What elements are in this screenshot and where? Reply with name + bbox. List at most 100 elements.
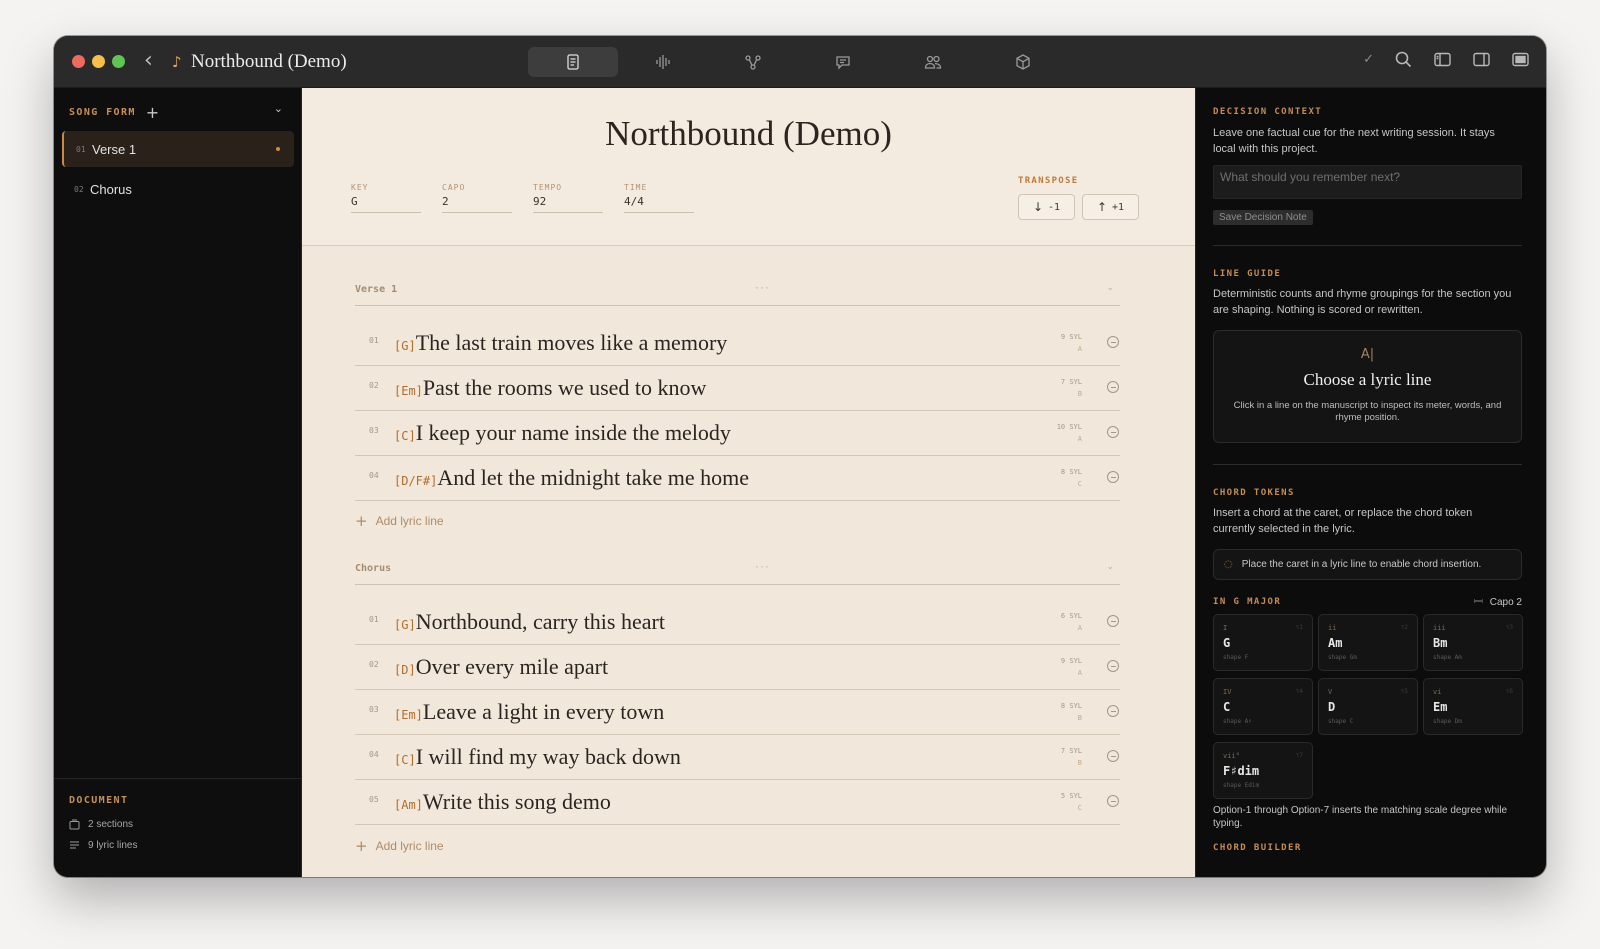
collaborators-icon <box>924 55 942 69</box>
chord-token[interactable]: [G] <box>394 339 416 353</box>
collapse-chevron-icon[interactable]: ⌄ <box>1106 283 1114 293</box>
time-value[interactable]: 4/4 <box>624 195 694 213</box>
capo-value[interactable]: 2 <box>442 195 512 213</box>
syllable-count: 7 SYL B <box>1061 376 1082 400</box>
chord-token[interactable]: [Am] <box>394 798 423 812</box>
tempo-value[interactable]: 92 <box>533 195 603 213</box>
song-header: Northbound (Demo) KEY G CAPO 2 TEMPO 92 … <box>302 88 1195 246</box>
chord-card-v[interactable]: V ⌥5 D shape C <box>1318 678 1418 735</box>
lyric-text[interactable]: [C]I keep your name inside the melody <box>394 420 731 446</box>
tab-comments[interactable] <box>798 47 888 77</box>
back-chevron-icon[interactable]: ‹ <box>144 50 153 72</box>
close-window-button[interactable] <box>72 55 85 68</box>
add-lyric-line-button[interactable]: + Add lyric line <box>355 512 444 530</box>
lyric-line[interactable]: 01 [G]Northbound, carry this heart 6 SYL… <box>355 600 1120 645</box>
focus-mode-button[interactable] <box>1511 50 1530 69</box>
tempo-field[interactable]: TEMPO 92 <box>533 183 603 213</box>
chord-token[interactable]: [C] <box>394 429 416 443</box>
remove-line-icon[interactable] <box>1107 795 1119 807</box>
remove-line-icon[interactable] <box>1107 336 1119 348</box>
lyric-line[interactable]: 03 [C]I keep your name inside the melody… <box>355 411 1120 456</box>
song-title[interactable]: Northbound (Demo) <box>302 114 1195 154</box>
remove-line-icon[interactable] <box>1107 750 1119 762</box>
drag-handle-icon[interactable]: ··· <box>755 280 770 294</box>
tab-structure[interactable] <box>708 47 798 77</box>
chord-token[interactable]: [G] <box>394 618 416 632</box>
lines-count: 9 lyric lines <box>69 835 286 856</box>
remove-line-icon[interactable] <box>1107 660 1119 672</box>
chord-card-iii[interactable]: iii ⌥3 Bm shape Am <box>1423 614 1523 671</box>
add-section-icon[interactable]: + <box>146 103 159 122</box>
lyric-line[interactable]: 02 [D]Over every mile apart 9 SYL A <box>355 645 1120 690</box>
lyric-words: I keep your name inside the melody <box>415 420 731 445</box>
lyric-text[interactable]: [G]Northbound, carry this heart <box>394 609 665 635</box>
decision-note-input[interactable]: What should you remember next? <box>1213 165 1522 199</box>
lyric-line[interactable]: 03 [Em]Leave a light in every town 8 SYL… <box>355 690 1120 735</box>
lyric-line[interactable]: 05 [Am]Write this song demo 5 SYL C <box>355 780 1120 825</box>
tab-package[interactable] <box>978 47 1068 77</box>
chord-card-iv[interactable]: IV ⌥4 C shape A♯ <box>1213 678 1313 735</box>
remove-line-icon[interactable] <box>1107 426 1119 438</box>
tab-collaborators[interactable] <box>888 47 978 77</box>
chord-shortcut: ⌥2 <box>1400 624 1408 631</box>
lyric-text[interactable]: [D]Over every mile apart <box>394 654 608 680</box>
zoom-window-button[interactable] <box>112 55 125 68</box>
toggle-left-sidebar-button[interactable] <box>1433 50 1452 69</box>
lyric-text[interactable]: [Em]Past the rooms we used to know <box>394 375 706 401</box>
search-button[interactable] <box>1394 50 1413 69</box>
remove-line-icon[interactable] <box>1107 705 1119 717</box>
syllable-count: 7 SYL B <box>1061 745 1082 769</box>
remove-line-icon[interactable] <box>1107 471 1119 483</box>
add-lyric-line-button[interactable]: + Add lyric line <box>355 837 444 855</box>
transpose-up-button[interactable]: ↑ +1 <box>1082 194 1139 220</box>
save-decision-note-button[interactable]: Save Decision Note <box>1213 210 1313 225</box>
toggle-right-sidebar-button[interactable] <box>1472 50 1491 69</box>
remove-line-icon[interactable] <box>1107 615 1119 627</box>
lyric-line[interactable]: 01 [G]The last train moves like a memory… <box>355 321 1120 366</box>
lyric-text[interactable]: [G]The last train moves like a memory <box>394 330 727 356</box>
chord-token[interactable]: [Em] <box>394 384 423 398</box>
rhyme-group: B <box>1077 714 1082 722</box>
lyric-line[interactable]: 04 [C]I will find my way back down 7 SYL… <box>355 735 1120 780</box>
chord-token[interactable]: [Em] <box>394 708 423 722</box>
key-value[interactable]: G <box>351 195 421 213</box>
song-form-header: SONG FORM + <box>69 103 159 122</box>
lyric-text[interactable]: [C]I will find my way back down <box>394 744 681 770</box>
chord-token[interactable]: [D] <box>394 663 416 677</box>
transpose-down-button[interactable]: ↓ -1 <box>1018 194 1075 220</box>
section-header-chorus[interactable]: Chorus ··· ⌄ <box>355 559 1120 585</box>
lyric-line[interactable]: 04 [D/F#]And let the midnight take me ho… <box>355 456 1120 501</box>
tab-manuscript[interactable] <box>528 47 618 77</box>
toolbar-right: ✓ <box>1363 50 1530 69</box>
chord-card-vii[interactable]: vii° ⌥7 F♯dim shape Edim <box>1213 742 1313 799</box>
sidebar-item-verse-1[interactable]: 01 Verse 1 <box>62 131 294 167</box>
chord-card-i[interactable]: I ⌥1 G shape F <box>1213 614 1313 671</box>
minimize-window-button[interactable] <box>92 55 105 68</box>
chord-degree: vi <box>1433 688 1442 696</box>
lyric-text[interactable]: [Em]Leave a light in every town <box>394 699 664 725</box>
lyric-words: And let the midnight take me home <box>437 465 749 490</box>
tab-audio[interactable] <box>618 47 708 77</box>
drag-handle-icon[interactable]: ··· <box>755 559 770 573</box>
lyric-text[interactable]: [Am]Write this song demo <box>394 789 611 815</box>
remove-line-icon[interactable] <box>1107 381 1119 393</box>
chevron-down-icon[interactable]: ⌄ <box>274 102 283 115</box>
line-number: 03 <box>369 705 379 714</box>
collapse-chevron-icon[interactable]: ⌄ <box>1106 562 1114 572</box>
lyric-words: Past the rooms we used to know <box>422 375 707 400</box>
syllable-count: 9 SYL A <box>1061 331 1082 355</box>
lyric-line[interactable]: 02 [Em]Past the rooms we used to know 7 … <box>355 366 1120 411</box>
syllable-count-text: 9 SYL <box>1060 657 1082 665</box>
chord-token[interactable]: [C] <box>394 753 416 767</box>
chord-card-vi[interactable]: vi ⌥6 Em shape Dm <box>1423 678 1523 735</box>
chord-token[interactable]: [D/F#] <box>394 474 437 488</box>
lyric-text[interactable]: [D/F#]And let the midnight take me home <box>394 465 749 491</box>
time-field[interactable]: TIME 4/4 <box>624 183 694 213</box>
sidebar-item-chorus[interactable]: 02 Chorus <box>62 171 294 207</box>
right-sidebar-icon <box>1473 52 1490 67</box>
comment-icon <box>836 56 850 70</box>
chord-card-ii[interactable]: ii ⌥2 Am shape Gm <box>1318 614 1418 671</box>
capo-field[interactable]: CAPO 2 <box>442 183 512 213</box>
section-header-verse-1[interactable]: Verse 1 ··· ⌄ <box>355 280 1120 306</box>
key-field[interactable]: KEY G <box>351 183 421 213</box>
